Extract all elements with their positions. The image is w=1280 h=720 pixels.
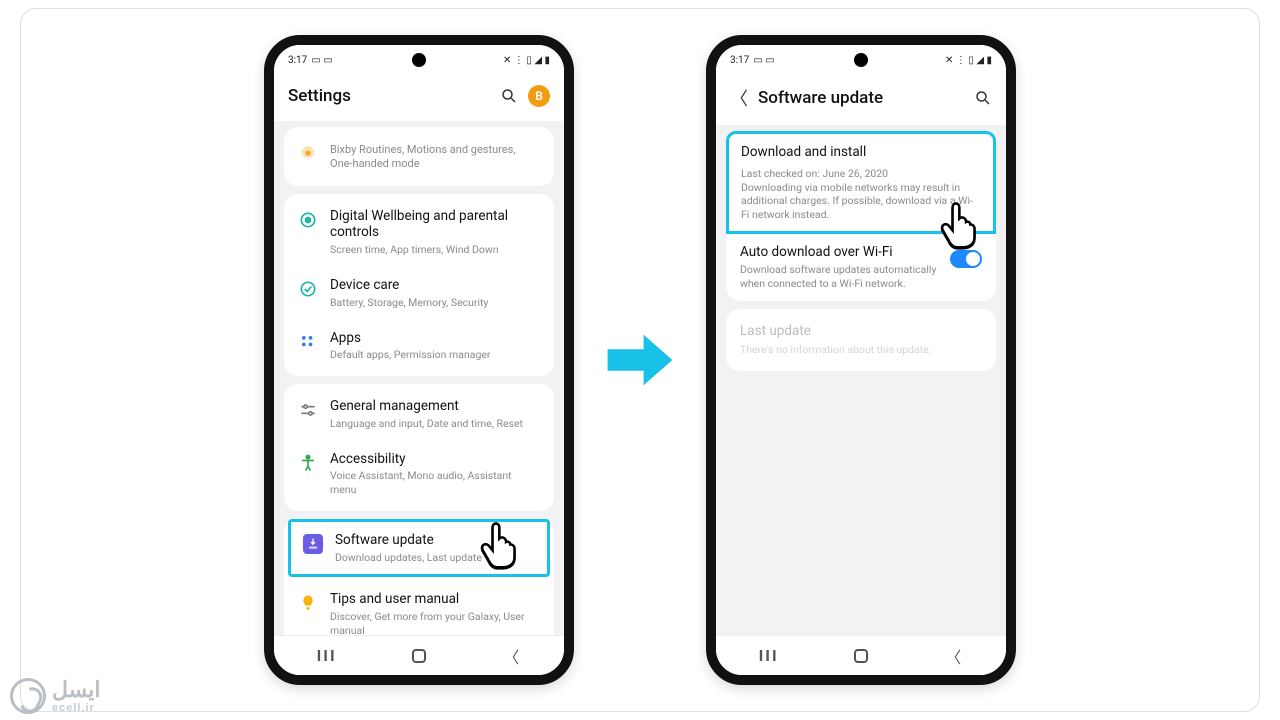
- row-title: Tips and user manual: [330, 591, 540, 608]
- row-subtitle: Screen time, App timers, Wind Down: [330, 243, 540, 257]
- settings-row-apps[interactable]: Apps Default apps, Permission manager: [284, 320, 554, 373]
- row-subtitle: Language and input, Date and time, Reset: [330, 417, 540, 431]
- sliders-icon: [298, 400, 318, 420]
- search-icon[interactable]: [974, 89, 992, 107]
- update-card: Download and install Last checked on: Ju…: [726, 131, 996, 301]
- settings-card: Digital Wellbeing and parental controls …: [284, 194, 554, 376]
- wellbeing-icon: [298, 210, 318, 230]
- front-camera: [854, 53, 868, 67]
- row-title: Auto download over Wi-Fi: [740, 244, 938, 261]
- last-update-card: Last update There's no information about…: [726, 309, 996, 372]
- highlight-software-update: Software update Download updates, Last u…: [288, 519, 550, 578]
- row-title: Software update: [335, 532, 535, 549]
- status-left-icons: ▭ ▭: [311, 55, 332, 66]
- row-download-install[interactable]: Download and install Last checked on: Ju…: [729, 136, 993, 229]
- watermark-text: ایسل: [52, 679, 101, 701]
- row-title: Bixby Routines, Motions and gestures, On…: [330, 143, 540, 172]
- settings-row-software-update[interactable]: Software update Download updates, Last u…: [291, 524, 547, 573]
- nav-recent[interactable]: III: [307, 646, 347, 665]
- nav-recent[interactable]: III: [749, 646, 789, 665]
- watermark-url: ecell.ir: [52, 703, 101, 714]
- android-navbar: III 〈: [274, 635, 564, 675]
- row-title: Download and install: [741, 144, 981, 161]
- software-update-icon: [303, 534, 323, 554]
- wifi-auto-toggle[interactable]: [950, 250, 982, 268]
- settings-row-advanced[interactable]: Bixby Routines, Motions and gestures, On…: [284, 131, 554, 182]
- settings-card: Software update Download updates, Last u…: [284, 519, 554, 635]
- settings-row-accessibility[interactable]: Accessibility Voice Assistant, Mono audi…: [284, 441, 554, 507]
- row-title: Digital Wellbeing and parental controls: [330, 208, 540, 242]
- watermark: ایسل ecell.ir: [10, 678, 101, 714]
- row-subtitle: Discover, Get more from your Galaxy, Use…: [330, 610, 540, 635]
- row-subtitle: Default apps, Permission manager: [330, 348, 540, 362]
- nav-back[interactable]: 〈: [933, 644, 973, 668]
- page-title: Software update: [758, 88, 964, 108]
- row-title: Device care: [330, 277, 540, 294]
- status-left-icons: ▭ ▭: [753, 55, 774, 66]
- status-time: 3:17: [730, 55, 749, 66]
- row-last-update: Last update There's no information about…: [726, 313, 996, 368]
- nav-home[interactable]: [854, 649, 868, 663]
- stage: 3:17 ▭ ▭ ✕ ⋮ ▯ ◢ ▮ Settings B: [0, 0, 1280, 720]
- android-navbar: III 〈: [716, 635, 1006, 675]
- flow-arrow-icon: [604, 324, 676, 396]
- row-title: Last update: [740, 323, 982, 340]
- apps-icon: [298, 332, 318, 352]
- page-title: Settings: [288, 86, 490, 106]
- row-subtitle: Download updates, Last update: [335, 551, 535, 565]
- settings-row-general[interactable]: General management Language and input, D…: [284, 388, 554, 441]
- row-title: Accessibility: [330, 451, 540, 468]
- phone-right: 3:17 ▭ ▭ ✕ ⋮ ▯ ◢ ▮ 〈 Software update: [706, 35, 1016, 685]
- accessibility-icon: [298, 453, 318, 473]
- row-subtitle: Battery, Storage, Memory, Security: [330, 296, 540, 310]
- settings-card: Bixby Routines, Motions and gestures, On…: [284, 127, 554, 186]
- settings-row-devicecare[interactable]: Device care Battery, Storage, Memory, Se…: [284, 267, 554, 320]
- settings-list[interactable]: Bixby Routines, Motions and gestures, On…: [274, 121, 564, 635]
- settings-row-wellbeing[interactable]: Digital Wellbeing and parental controls …: [284, 198, 554, 267]
- back-icon[interactable]: 〈: [730, 85, 748, 111]
- appbar-software-update: 〈 Software update: [716, 75, 1006, 125]
- status-right-icons: ✕ ⋮ ▯ ◢ ▮: [945, 55, 992, 66]
- row-subtitle: Voice Assistant, Mono audio, Assistant m…: [330, 469, 540, 496]
- highlight-download-install: Download and install Last checked on: Ju…: [726, 131, 996, 234]
- gear-icon: [298, 143, 318, 163]
- row-subtitle: Last checked on: June 26, 2020 Downloadi…: [741, 167, 981, 222]
- screen-left: 3:17 ▭ ▭ ✕ ⋮ ▯ ◢ ▮ Settings B: [274, 45, 564, 675]
- row-subtitle: There's no information about this update…: [740, 343, 982, 357]
- settings-row-tips[interactable]: Tips and user manual Discover, Get more …: [284, 581, 554, 635]
- bulb-icon: [298, 593, 318, 613]
- row-auto-download[interactable]: Auto download over Wi-Fi Download softwa…: [726, 234, 996, 300]
- devicecare-icon: [298, 279, 318, 299]
- nav-home[interactable]: [412, 649, 426, 663]
- status-time: 3:17: [288, 55, 307, 66]
- profile-avatar[interactable]: B: [528, 85, 550, 107]
- row-title: Apps: [330, 330, 540, 347]
- row-title: General management: [330, 398, 540, 415]
- search-icon[interactable]: [500, 87, 518, 105]
- appbar-settings: Settings B: [274, 75, 564, 121]
- software-update-list[interactable]: Download and install Last checked on: Ju…: [716, 125, 1006, 635]
- phone-left: 3:17 ▭ ▭ ✕ ⋮ ▯ ◢ ▮ Settings B: [264, 35, 574, 685]
- front-camera: [412, 53, 426, 67]
- row-subtitle: Download software updates automatically …: [740, 263, 938, 290]
- watermark-logo-icon: [10, 678, 46, 714]
- nav-back[interactable]: 〈: [491, 644, 531, 668]
- screen-right: 3:17 ▭ ▭ ✕ ⋮ ▯ ◢ ▮ 〈 Software update: [716, 45, 1006, 675]
- status-right-icons: ✕ ⋮ ▯ ◢ ▮: [503, 55, 550, 66]
- settings-card: General management Language and input, D…: [284, 384, 554, 511]
